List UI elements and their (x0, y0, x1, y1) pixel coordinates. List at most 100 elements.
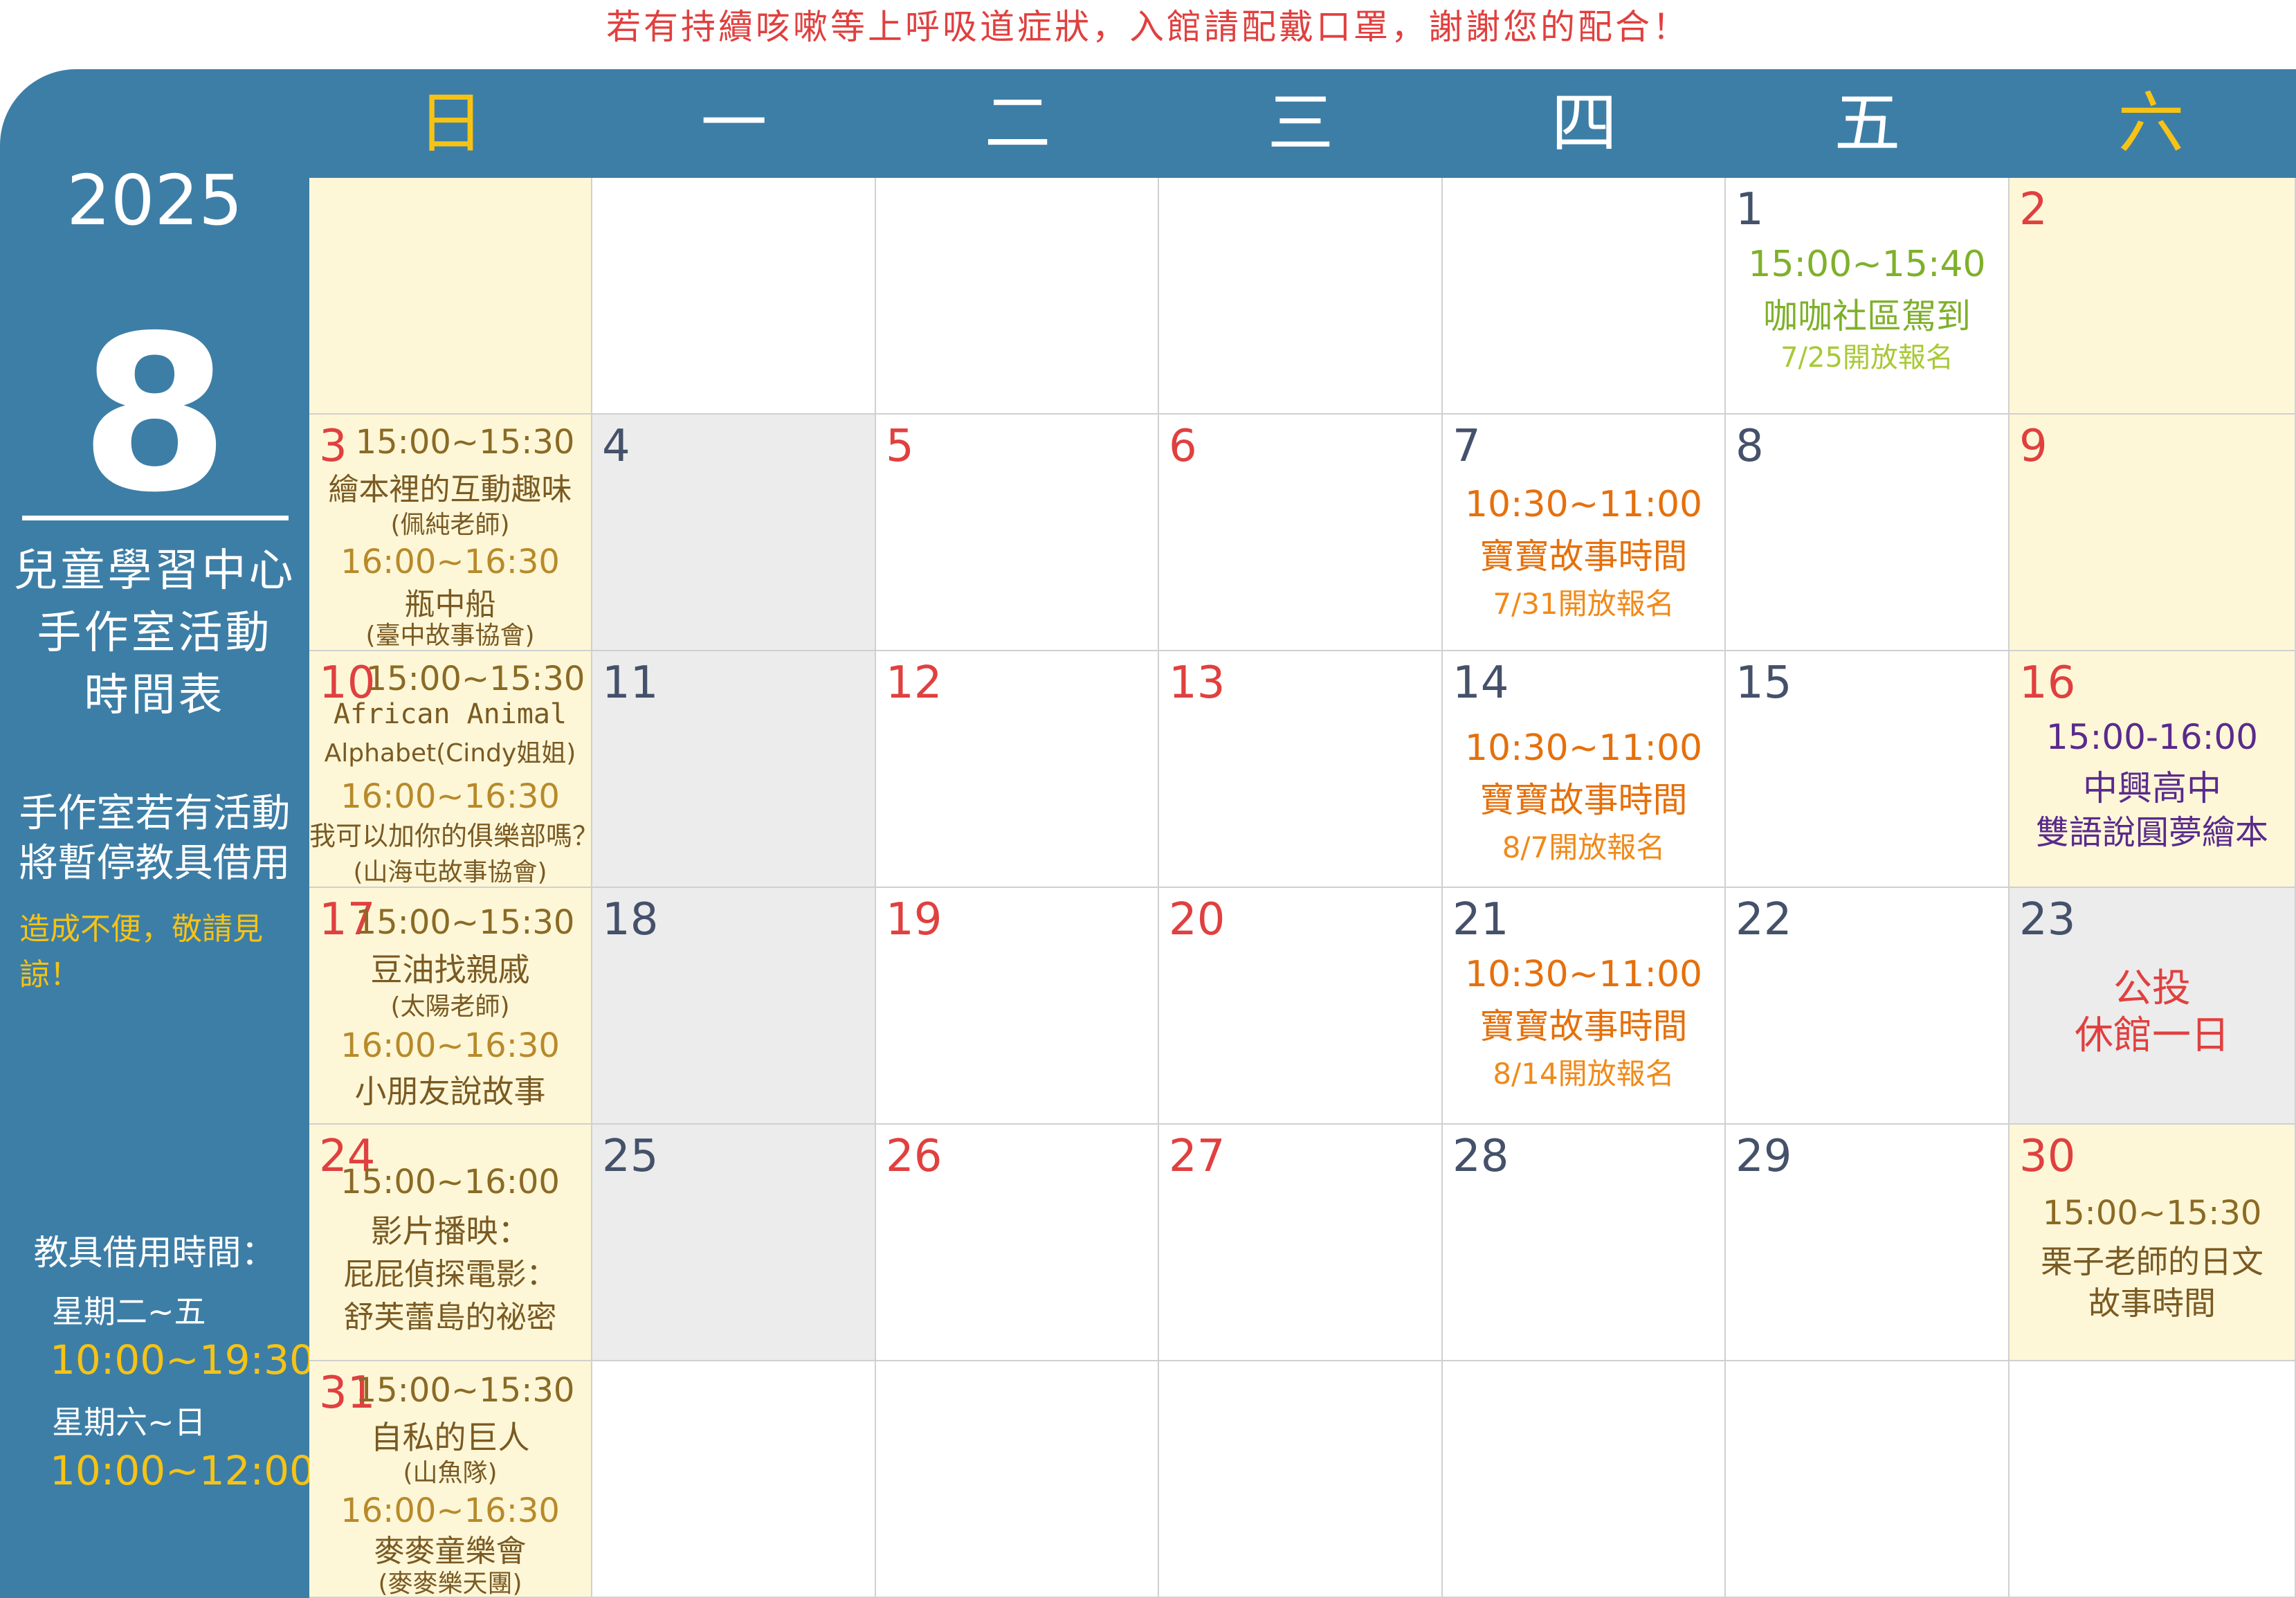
event-time: 15:00~15:30 (355, 903, 575, 942)
calendar-cell-aug-16: 16 15:00-16:00 中興高中 雙語說圓夢繪本 (2010, 651, 2296, 888)
date-number: 14 (1452, 657, 1509, 709)
date-number: 8 (1735, 421, 1764, 472)
calendar-cell-empty (1159, 178, 1443, 415)
calendar-cell-aug-9: 9 (2010, 415, 2296, 651)
date-number: 28 (1452, 1131, 1509, 1182)
event-time: 16:00~16:30 (340, 1491, 560, 1530)
calendar-cell-aug-19: 19 (876, 888, 1159, 1125)
event-time: 15:00~15:30 (355, 1371, 575, 1410)
calendar-cell-empty (1443, 1361, 1726, 1598)
event-time: 10:30~11:00 (1464, 484, 1703, 525)
weekend-label: 星期六~日 (52, 1404, 206, 1441)
date-number: 1 (1735, 184, 1764, 235)
event-presenter: (山海屯故事協會) (353, 858, 547, 887)
date-number: 20 (1169, 894, 1226, 945)
calendar-cell-aug-29: 29 (1726, 1125, 2010, 1361)
event-time: 15:00~15:30 (365, 660, 585, 698)
date-number: 18 (602, 894, 659, 945)
weekday-label: 星期二~五 (52, 1293, 206, 1330)
date-number: 12 (886, 657, 942, 709)
event-title: 故事時間 (2088, 1284, 2216, 1322)
calendar-cell-aug-31: 31 15:00~15:30 自私的巨人 (山魚隊) 16:00~16:30 麥… (309, 1361, 592, 1598)
closure-notice: 休館一日 (2075, 1013, 2230, 1058)
calendar-year: 2025 (66, 160, 243, 241)
calendar-cell-aug-17: 17 15:00~15:30 豆油找親戚 (太陽老師) 16:00~16:30 … (309, 888, 592, 1125)
date-number: 11 (602, 657, 659, 709)
calendar-cell-empty (876, 178, 1159, 415)
event-title: 寶寶故事時間 (1479, 1006, 1688, 1046)
date-number: 23 (2019, 894, 2076, 945)
event-time: 15:00-16:00 (2046, 717, 2259, 757)
mask-notice: 若有持續咳嗽等上呼吸道症狀，入館請配戴口罩，謝謝您的配合！ (606, 7, 1690, 47)
date-number: 16 (2019, 657, 2076, 709)
event-time: 15:00~15:30 (2042, 1194, 2262, 1233)
weekday-sat: 六 (2117, 84, 2185, 162)
calendar-cell-aug-22: 22 (1726, 888, 2010, 1125)
calendar-cell-aug-27: 27 (1159, 1125, 1443, 1361)
schedule-title-line: 時間表 (84, 670, 226, 721)
date-number: 15 (1735, 657, 1792, 709)
date-number: 13 (1169, 657, 1226, 709)
event-time: 10:30~11:00 (1464, 954, 1703, 995)
event-title: 影片播映： (370, 1213, 530, 1250)
weekend-hours: 10:00~12:00 (50, 1447, 315, 1494)
date-number: 22 (1735, 894, 1792, 945)
schedule-title-line: 手作室活動 (37, 608, 273, 659)
calendar-cell-aug-26: 26 (876, 1125, 1159, 1361)
calendar-cell-aug-20: 20 (1159, 888, 1443, 1125)
weekday-fri: 五 (1834, 84, 1901, 162)
weekday-sun: 日 (417, 84, 484, 162)
event-time: 15:00~16:00 (340, 1163, 560, 1201)
event-time: 15:00~15:30 (355, 423, 575, 462)
date-number: 27 (1169, 1131, 1226, 1182)
weekday-mon: 一 (700, 84, 767, 162)
event-time: 10:30~11:00 (1464, 727, 1703, 769)
calendar-cell-aug-12: 12 (876, 651, 1159, 888)
event-time: 15:00~15:40 (1748, 244, 1986, 285)
event-title: 咖咖社區駕到 (1763, 296, 1971, 336)
date-number: 21 (1452, 894, 1509, 945)
calendar-cell-aug-2: 2 (2010, 178, 2296, 415)
event-title: 小朋友說故事 (354, 1073, 546, 1110)
date-number: 4 (602, 421, 630, 472)
event-title: 寶寶故事時間 (1479, 780, 1688, 820)
event-time: 16:00~16:30 (340, 543, 560, 581)
event-title: 寶寶故事時間 (1479, 536, 1688, 576)
date-number: 9 (2019, 421, 2048, 472)
date-number: 30 (2019, 1131, 2076, 1182)
event-presenter: (麥麥樂天團) (378, 1570, 522, 1598)
weekday-wed: 三 (1267, 84, 1334, 162)
event-title: 屁屁偵探電影： (343, 1257, 557, 1292)
event-title: Alphabet(Cindy姐姐) (324, 739, 576, 768)
calendar-cell-aug-13: 13 (1159, 651, 1443, 888)
calendar-cell-empty (592, 178, 876, 415)
date-number: 29 (1735, 1131, 1792, 1182)
date-number: 26 (886, 1131, 942, 1182)
calendar-cell-aug-7: 7 10:30~11:00 寶寶故事時間 7/31開放報名 (1443, 415, 1726, 651)
calendar-cell-empty (1443, 178, 1726, 415)
schedule-title: 兒童學習中心 手作室活動 時間表 (0, 540, 309, 727)
event-title: 我可以加你的俱樂部嗎？ (309, 821, 592, 851)
date-number: 25 (602, 1131, 659, 1182)
calendar-cell-aug-11: 11 (592, 651, 876, 888)
calendar-cell-empty (309, 178, 592, 415)
calendar-cell-aug-3: 3 15:00~15:30 繪本裡的互動趣味 (佩純老師) 16:00~16:3… (309, 415, 592, 651)
calendar-cell-aug-23: 23 公投 休館一日 (2010, 888, 2296, 1125)
event-presenter: (太陽老師) (390, 992, 510, 1021)
event-title: 繪本裡的互動趣味 (328, 472, 572, 507)
calendar-cell-empty (592, 1361, 876, 1598)
calendar-month: 8 (80, 290, 230, 540)
event-presenter: (臺中故事協會) (365, 621, 535, 650)
calendar-cell-aug-5: 5 (876, 415, 1159, 651)
calendar-cell-aug-14: 14 10:30~11:00 寶寶故事時間 8/7開放報名 (1443, 651, 1726, 888)
date-number: 7 (1452, 421, 1481, 472)
calendar-cell-aug-1: 1 15:00~15:40 咖咖社區駕到 7/25開放報名 (1726, 178, 2010, 415)
event-title: 中興高中 (2083, 768, 2221, 808)
event-time: 16:00~16:30 (340, 777, 560, 816)
apology-note: 造成不便，敬請見 諒！ (19, 907, 296, 998)
event-time: 16:00~16:30 (340, 1026, 560, 1065)
calendar-cell-aug-24: 24 15:00~16:00 影片播映： 屁屁偵探電影： 舒芙蕾島的祕密 (309, 1125, 592, 1361)
apology-line: 諒！ (19, 957, 80, 992)
sidebar-divider (22, 516, 289, 520)
calendar-cell-aug-28: 28 (1443, 1125, 1726, 1361)
